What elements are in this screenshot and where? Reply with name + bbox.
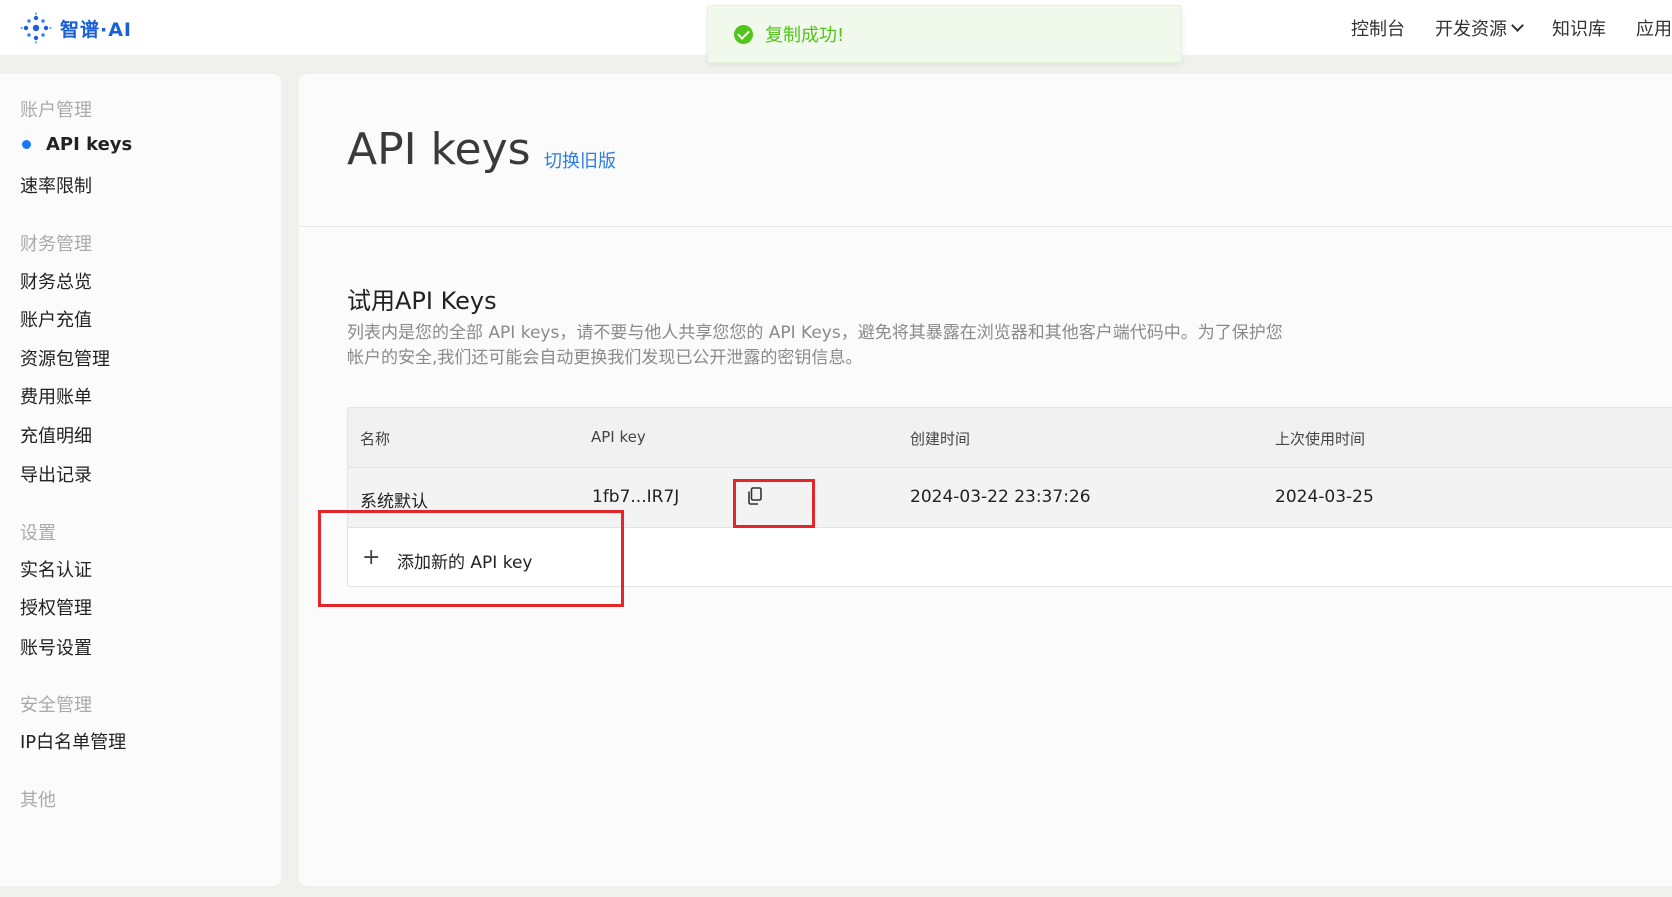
sidebar-item-export-records[interactable]: 导出记录 xyxy=(20,461,92,487)
nav-dev-resources[interactable]: 开发资源 xyxy=(1435,15,1524,41)
top-nav: 控制台 开发资源 知识库 应用 xyxy=(1351,0,1672,55)
sidebar-item-ip-whitelist[interactable]: IP白名单管理 xyxy=(20,728,126,754)
divider xyxy=(299,226,1672,227)
success-toast: 复制成功! xyxy=(707,5,1182,63)
sidebar-group-settings: 设置 xyxy=(20,523,56,544)
chevron-down-icon xyxy=(1511,18,1524,32)
sidebar-item-resource-packs[interactable]: 资源包管理 xyxy=(20,345,110,371)
nav-console[interactable]: 控制台 xyxy=(1351,15,1405,41)
section-description: 列表内是您的全部 API keys，请不要与他人共享您您的 API Keys，避… xyxy=(347,323,1283,368)
key-last-used: 2024-03-25 xyxy=(1275,487,1374,507)
sidebar-item-recharge-details[interactable]: 充值明细 xyxy=(20,422,92,448)
annotation-box-copy xyxy=(733,479,815,528)
sidebar-group-security: 安全管理 xyxy=(20,695,92,716)
sidebar: 账户管理 API keys 速率限制 财务管理 财务总览 账户充值 资源包管理 … xyxy=(0,74,281,886)
sidebar-item-finance-overview[interactable]: 财务总览 xyxy=(20,268,92,294)
toast-message: 复制成功! xyxy=(765,25,845,46)
sidebar-item-authorization[interactable]: 授权管理 xyxy=(20,594,92,620)
nav-knowledge-base[interactable]: 知识库 xyxy=(1552,15,1606,41)
zhipu-logo-icon xyxy=(20,12,52,44)
table-header: 名称 API key 创建时间 上次使用时间 xyxy=(348,408,1672,468)
page-title: API keys xyxy=(347,124,531,175)
column-header-api-key: API key xyxy=(591,428,646,446)
nav-dev-resources-label: 开发资源 xyxy=(1435,18,1507,40)
column-header-created: 创建时间 xyxy=(910,430,971,448)
sidebar-item-recharge[interactable]: 账户充值 xyxy=(20,306,92,332)
active-indicator-dot xyxy=(22,140,31,149)
column-header-last-used: 上次使用时间 xyxy=(1275,430,1366,448)
nav-apps[interactable]: 应用 xyxy=(1636,15,1672,41)
key-value: 1fb7...IR7J xyxy=(592,487,680,507)
sidebar-item-account-settings[interactable]: 账号设置 xyxy=(20,634,92,660)
sidebar-item-bills[interactable]: 费用账单 xyxy=(20,383,92,409)
section-title: 试用API Keys xyxy=(347,287,497,315)
switch-old-version-link[interactable]: 切换旧版 xyxy=(544,147,616,173)
sidebar-item-api-keys[interactable]: API keys xyxy=(46,134,132,155)
sidebar-item-real-name[interactable]: 实名认证 xyxy=(20,556,92,582)
check-circle-icon xyxy=(734,24,753,44)
sidebar-group-finance: 财务管理 xyxy=(20,234,92,255)
column-header-name: 名称 xyxy=(360,430,391,448)
main-content: API keys 切换旧版 试用API Keys 列表内是您的全部 API ke… xyxy=(299,74,1672,886)
key-name: 系统默认 xyxy=(360,492,428,512)
sidebar-group-other: 其他 xyxy=(20,790,56,811)
sidebar-item-rate-limit[interactable]: 速率限制 xyxy=(20,172,92,198)
key-created-time: 2024-03-22 23:37:26 xyxy=(910,487,1091,507)
annotation-box-add-key xyxy=(318,510,624,607)
logo[interactable]: 智谱·AI xyxy=(20,12,132,44)
logo-text: 智谱·AI xyxy=(60,18,132,41)
sidebar-group-account: 账户管理 xyxy=(20,100,92,121)
